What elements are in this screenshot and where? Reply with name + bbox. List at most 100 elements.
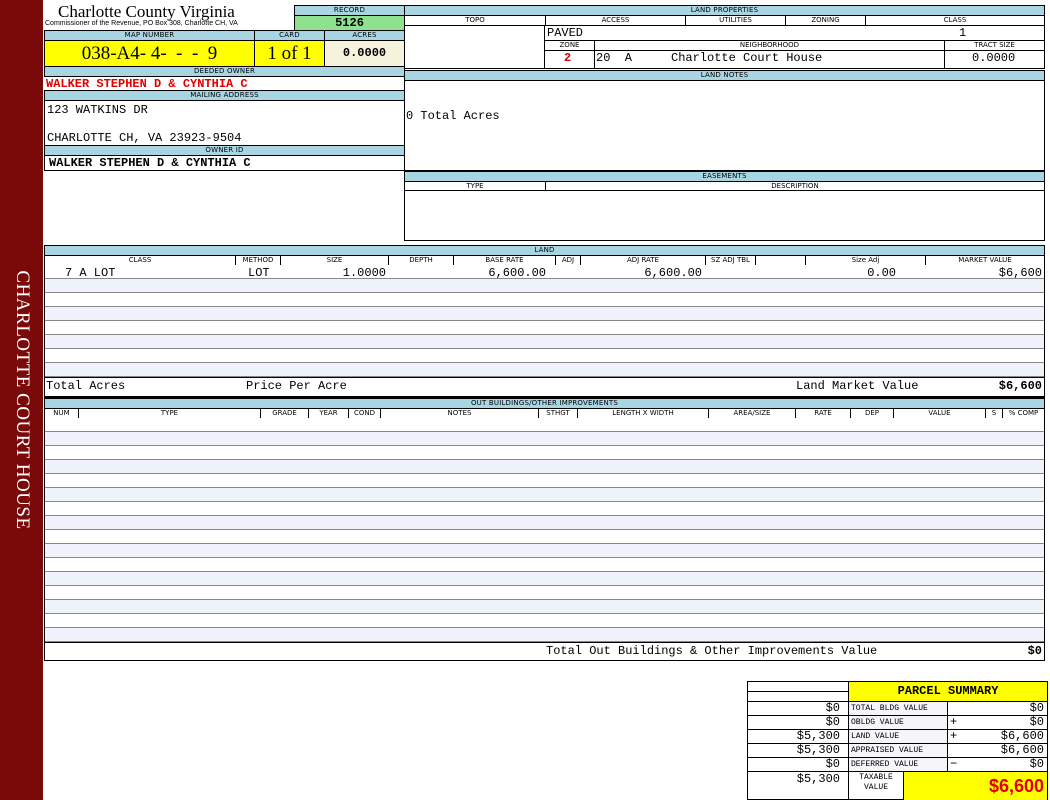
column-header: METHOD <box>236 256 281 265</box>
record-value: 5126 <box>294 15 405 31</box>
summary-value: $0 <box>964 702 1047 716</box>
acres-value: 0.0000 <box>324 40 405 67</box>
summary-label: APPRAISED VALUE <box>849 744 948 758</box>
summary-sign: − <box>948 758 964 772</box>
summary-prior-value: $5,300 <box>748 744 849 758</box>
neighborhood-name: Charlotte Court House <box>671 51 823 65</box>
col-utilities: UTILITIES <box>686 16 786 25</box>
table-row <box>45 321 1044 335</box>
divider <box>944 50 945 68</box>
land-notes-text: 0 Total Acres <box>406 109 500 123</box>
address-line-2: CHARLOTTE CH, VA 23923-9504 <box>47 131 242 145</box>
table-row <box>45 586 1044 600</box>
summary-sign <box>948 702 964 716</box>
table-row <box>45 349 1044 363</box>
column-header: VALUE <box>894 409 986 418</box>
taxable-label: TAXABLE VALUE <box>859 773 893 792</box>
table-row <box>45 628 1044 642</box>
summary-prior-value: $0 <box>748 702 849 716</box>
column-header: S <box>986 409 1003 418</box>
price-per-acre-label: Price Per Acre <box>246 379 347 393</box>
column-header: Size Adj <box>806 256 926 265</box>
table-row <box>45 600 1044 614</box>
table-row <box>45 307 1044 321</box>
summary-value: $6,600 <box>964 730 1047 744</box>
table-row <box>45 460 1044 474</box>
taxable-prior: $5,300 <box>748 772 849 800</box>
table-row <box>45 446 1044 460</box>
land-class: 7 A LOT <box>65 266 116 280</box>
outbuildings-total: $0 <box>1027 644 1042 658</box>
summary-sign: + <box>948 730 964 744</box>
land-market-value: $6,600 <box>998 266 1042 280</box>
summary-label: LAND VALUE <box>849 730 948 744</box>
parcel-summary: PARCEL SUMMARY $0 TOTAL BLDG VALUE $0 $0 OBL… <box>747 681 1048 800</box>
table-row <box>45 293 1044 307</box>
column-header <box>756 256 806 265</box>
col-topo: TOPO <box>405 16 546 25</box>
card-value: 1 of 1 <box>254 40 325 67</box>
column-header: SIZE <box>281 256 389 265</box>
map-number-value: 038-A4- 4- - - 9 <box>44 40 255 67</box>
table-row <box>45 558 1044 572</box>
col-zoning: ZONING <box>786 16 866 25</box>
col-tract-size: TRACT SIZE <box>974 41 1015 49</box>
land-size: 1.0000 <box>342 266 386 280</box>
address-line-1: 123 WATKINS DR <box>47 103 148 117</box>
access-value: PAVED <box>547 26 584 40</box>
total-acres-label: Total Acres <box>46 379 126 393</box>
deeded-owner: WALKER STEPHEN D & CYNTHIA C <box>46 77 248 91</box>
summary-label: TOTAL BLDG VALUE <box>849 702 948 716</box>
tract-size-value: 0.0000 <box>972 51 1016 65</box>
divider <box>594 50 595 68</box>
owner-id: WALKER STEPHEN D & CYNTHIA C <box>49 156 251 170</box>
col-type: TYPE <box>405 182 546 190</box>
column-header: MARKET VALUE <box>958 256 1012 264</box>
summary-prior-value: $0 <box>748 758 849 772</box>
neighborhood-code: 20 A <box>596 51 633 65</box>
table-row <box>45 474 1044 488</box>
table-row <box>45 614 1044 628</box>
taxable-value: $6,600 <box>903 772 1047 800</box>
land-method: LOT <box>248 266 270 280</box>
column-header: AREA/SIZE <box>709 409 796 418</box>
col-neighborhood: NEIGHBORHOOD <box>595 41 945 50</box>
land-rows <box>44 265 1045 378</box>
class-value: 1 <box>959 26 967 40</box>
column-header: COND <box>349 409 381 418</box>
column-header: NOTES <box>381 409 539 418</box>
outbuildings-total-row <box>44 642 1045 661</box>
table-row <box>45 502 1044 516</box>
summary-label: DEFERRED VALUE <box>849 758 948 772</box>
table-row <box>45 572 1044 586</box>
sidebar-label: CHARLOTTE COURT HOUSE <box>12 270 33 530</box>
column-header: NUM <box>45 409 79 418</box>
column-header: GRADE <box>261 409 309 418</box>
column-header: LENGTH X WIDTH <box>578 409 709 418</box>
column-header: SZ ADJ TBL <box>706 256 756 265</box>
land-market-total: $6,600 <box>998 379 1042 393</box>
zone-table-header: ZONE NEIGHBORHOOD TRACT SIZE <box>544 40 1045 51</box>
column-header: ADJ <box>556 256 581 265</box>
col-access: ACCESS <box>546 16 686 25</box>
land-size-adj: 0.00 <box>867 266 896 280</box>
column-header: DEPTH <box>389 256 454 265</box>
table-row <box>45 363 1044 377</box>
col-zone: ZONE <box>545 41 595 50</box>
summary-value: $0 <box>964 758 1047 772</box>
outbuildings-total-label: Total Out Buildings & Other Improvements… <box>546 644 878 658</box>
outbuildings-rows <box>44 418 1045 643</box>
summary-value: $0 <box>964 716 1047 730</box>
office-subtitle: Commissioner of the Revenue, PO Box 308,… <box>45 20 238 27</box>
zone-value: 2 <box>564 51 572 65</box>
land-base-rate: 6,600.00 <box>488 266 546 280</box>
summary-prior-value: $0 <box>748 716 849 730</box>
easements-body <box>404 190 1045 241</box>
table-row <box>45 432 1044 446</box>
column-header: YEAR <box>309 409 349 418</box>
land-market-value-label: Land Market Value <box>796 379 919 393</box>
column-header: TYPE <box>79 409 261 418</box>
table-row <box>45 544 1044 558</box>
deeded-owner-header: DEEDED OWNER <box>44 66 405 77</box>
column-header: BASE RATE <box>454 256 556 265</box>
